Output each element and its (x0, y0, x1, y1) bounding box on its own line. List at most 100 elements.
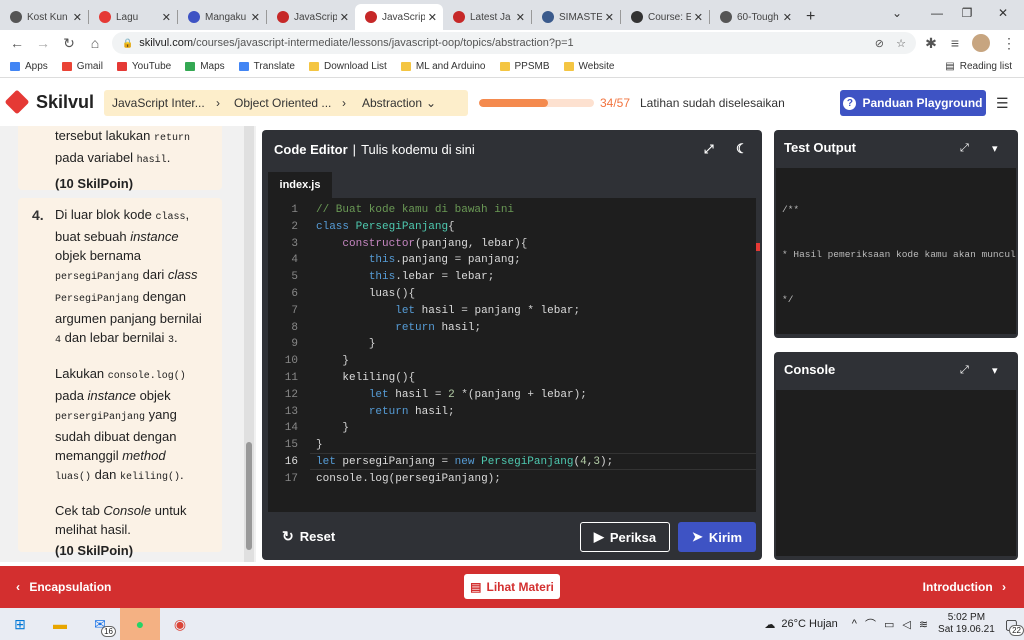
expand-icon[interactable]: ⤢ (960, 364, 969, 377)
code-line[interactable]: class PersegiPanjang{ (316, 219, 455, 236)
media-icon[interactable]: ≡ (944, 35, 966, 51)
chevron-down-icon[interactable]: ⌄ (426, 96, 436, 110)
tab-search-icon[interactable]: ⌄ (884, 4, 910, 22)
tab-close-icon[interactable]: ✕ (694, 11, 703, 24)
browser-tab[interactable]: Lagu ✕ (89, 4, 177, 30)
code-line[interactable]: // Buat kode kamu di bawah ini (316, 202, 514, 219)
menu-dots-icon[interactable]: ⋮ (998, 35, 1020, 52)
profile-avatar[interactable] (972, 34, 990, 52)
wifi-icon[interactable]: ≋ (919, 618, 928, 631)
browser-tab[interactable]: Kost Kun ✕ (0, 4, 88, 30)
code-area[interactable]: 1 // Buat kode kamu di bawah ini 2 class Pe… (268, 198, 756, 512)
new-tab-button[interactable]: + (806, 8, 815, 26)
minimize-icon[interactable]: — (924, 4, 950, 22)
code-line[interactable]: luas(){ (316, 286, 415, 303)
code-line[interactable]: } (316, 336, 376, 353)
browser-tab[interactable]: Mangaku ✕ (178, 4, 266, 30)
windows-start-icon[interactable]: ⊞ (0, 608, 40, 640)
breadcrumb-topic[interactable]: Abstraction (346, 96, 430, 110)
battery-icon[interactable]: ▭ (884, 618, 894, 631)
code-line[interactable]: let hasil = 2 *(panjang + lebar); (316, 387, 587, 404)
dark-mode-icon[interactable]: ☾ (736, 141, 748, 157)
view-material-button[interactable]: ▤ Lihat Materi (464, 574, 560, 599)
prev-topic-button[interactable]: ‹ Encapsulation (16, 580, 111, 594)
clock[interactable]: 5:02 PM Sat 19.06.21 (938, 612, 995, 636)
browser-tab[interactable]: JavaScrip ✕ (355, 4, 443, 30)
reset-label: Reset (299, 529, 336, 544)
browser-tab[interactable]: JavaScrip ✕ (267, 4, 355, 30)
close-window-icon[interactable]: ✕ (990, 4, 1016, 22)
breadcrumb-lesson[interactable]: Object Oriented ... (220, 96, 342, 110)
tab-close-icon[interactable]: ✕ (162, 11, 171, 24)
code-line[interactable]: this.lebar = lebar; (316, 269, 494, 286)
notification-icon[interactable]: ▢ 22 (1005, 616, 1024, 636)
weather-label[interactable]: 26°C Hujan (781, 618, 837, 630)
code-line[interactable]: } (316, 437, 323, 454)
submit-button[interactable]: ➤ Kirim (678, 522, 756, 552)
home-icon[interactable]: ⌂ (84, 35, 106, 51)
star-icon[interactable]: ☆ (896, 37, 906, 50)
tab-close-icon[interactable]: ✕ (783, 11, 792, 24)
tab-close-icon[interactable]: ✕ (428, 11, 437, 24)
bookmark-item[interactable]: Download List (309, 61, 387, 72)
code-line[interactable]: console.log(persegiPanjang); (316, 471, 501, 488)
whatsapp-icon[interactable]: ● (120, 608, 160, 640)
code-line[interactable]: return hasil; (316, 404, 455, 421)
bookmark-item[interactable]: Apps (10, 61, 48, 72)
bookmark-item[interactable]: Translate (238, 61, 295, 72)
code-line[interactable]: this.panjang = panjang; (316, 252, 521, 269)
check-button[interactable]: ▶ Periksa (580, 522, 670, 552)
extensions-icon[interactable]: ✱ (920, 35, 942, 52)
tab-close-icon[interactable]: ✕ (73, 11, 82, 24)
back-icon[interactable]: ← (6, 35, 28, 51)
code-line[interactable]: constructor(panjang, lebar){ (316, 236, 527, 253)
file-tab-index-js[interactable]: index.js (268, 172, 332, 198)
chevron-down-icon[interactable]: ▾ (992, 142, 998, 155)
forward-icon[interactable]: → (32, 35, 54, 51)
network-icon[interactable]: ⌒ (865, 616, 876, 632)
reset-button[interactable]: ↻ Reset (282, 528, 335, 545)
code-line[interactable]: let hasil = panjang * lebar; (316, 303, 580, 320)
tab-close-icon[interactable]: ✕ (251, 11, 260, 24)
browser-tab[interactable]: 60-Tough ✕ (710, 4, 798, 30)
chevron-down-icon[interactable]: ▾ (992, 364, 998, 377)
tab-close-icon[interactable]: ✕ (516, 11, 525, 24)
inline-code: keliling() (119, 472, 180, 483)
browser-tab[interactable]: SIMASTE ✕ (532, 4, 620, 30)
playground-guide-button[interactable]: ? Panduan Playground (840, 90, 986, 116)
bookmark-item[interactable]: YouTube (116, 61, 171, 72)
tab-close-icon[interactable]: ✕ (340, 11, 349, 24)
code-line[interactable]: return hasil; (316, 320, 481, 337)
tray-arrow-icon[interactable]: ^ (852, 618, 857, 630)
reload-icon[interactable]: ↻ (58, 35, 80, 52)
scrollbar-thumb[interactable] (246, 442, 252, 550)
bookmark-item[interactable]: Website (563, 61, 614, 72)
code-line[interactable]: } (316, 420, 349, 437)
next-topic-button[interactable]: Introduction › (923, 580, 1006, 594)
code-line[interactable]: keliling(){ (316, 370, 415, 387)
volume-icon[interactable]: ◁ (902, 618, 910, 631)
chrome-icon[interactable]: ◉ (160, 608, 200, 640)
expand-icon[interactable]: ⤢ (704, 142, 714, 157)
bookmark-item[interactable]: PPSMB (499, 61, 550, 72)
code-line[interactable]: } (316, 353, 349, 370)
breadcrumb-course[interactable]: JavaScript Inter... (104, 96, 216, 110)
mail-icon[interactable]: ✉ 16 (80, 608, 120, 640)
url-field[interactable]: 🔒 skilvul.com/courses/javascript-interme… (112, 32, 916, 54)
browser-tab[interactable]: Latest Ja ✕ (443, 4, 531, 30)
bookmark-item[interactable]: ML and Arduino (400, 61, 486, 72)
bookmark-item[interactable]: Gmail (61, 61, 103, 72)
bookmark-item[interactable]: Maps (185, 61, 225, 72)
reading-list-button[interactable]: ▤ Reading list (945, 61, 1012, 72)
tab-close-icon[interactable]: ✕ (605, 11, 614, 24)
next-topic-label: Introduction (922, 580, 993, 594)
code-line[interactable]: let persegiPanjang = new PersegiPanjang(… (316, 454, 613, 471)
restore-icon[interactable]: ❐ (954, 4, 980, 22)
browser-tab[interactable]: Course: E ✕ (621, 4, 709, 30)
line-number: 4 (291, 254, 298, 267)
skilvul-logo[interactable]: Skilvul (4, 89, 94, 115)
file-explorer-icon[interactable]: ▬ (40, 608, 80, 640)
hamburger-menu-icon[interactable]: ☰ (996, 95, 1009, 112)
expand-icon[interactable]: ⤢ (960, 142, 969, 155)
eye-off-icon[interactable]: ⊘ (875, 37, 884, 50)
